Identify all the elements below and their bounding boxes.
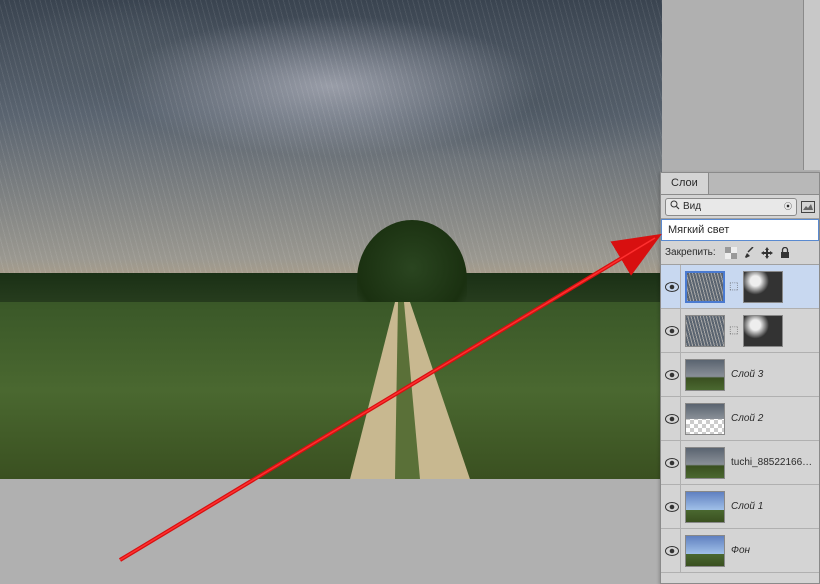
filter-picture-icon[interactable] (801, 200, 815, 214)
rain-overlay (0, 0, 662, 278)
dropdown-arrows-icon: ⦿ (784, 201, 792, 212)
road (0, 302, 662, 479)
layer-row[interactable]: Слой 3 (661, 353, 819, 397)
lock-all-icon[interactable] (778, 246, 792, 260)
layer-thumbnail[interactable] (685, 315, 725, 347)
visibility-eye-icon[interactable] (665, 326, 679, 336)
layer-name[interactable]: Слой 3 (729, 369, 763, 380)
layer-thumbnail[interactable] (685, 359, 725, 391)
layer-thumbnail[interactable] (685, 271, 725, 303)
lock-transparency-icon[interactable] (724, 246, 738, 260)
layer-name[interactable]: tuchi_88522166… (729, 457, 812, 468)
canvas-scrollbar-area (803, 0, 820, 170)
layer-row[interactable]: ⬚ (661, 265, 819, 309)
search-icon (670, 200, 680, 213)
lock-row: Закрепить: (661, 241, 819, 265)
layer-filter-select[interactable]: Вид ⦿ (665, 198, 797, 216)
visibility-eye-icon[interactable] (665, 458, 679, 468)
layer-row[interactable]: Слой 2 (661, 397, 819, 441)
blend-mode-select[interactable]: Мягкий свет (661, 219, 819, 241)
visibility-eye-icon[interactable] (665, 282, 679, 292)
layer-thumbnail[interactable] (685, 491, 725, 523)
layers-list: ⬚ ⬚ Слой 3 Слой 2 tuchi_88522166… (661, 265, 819, 583)
layer-row[interactable]: Фон (661, 529, 819, 573)
link-icon[interactable]: ⬚ (729, 325, 739, 336)
layer-thumbnail[interactable] (685, 403, 725, 435)
lock-label: Закрепить: (665, 247, 716, 258)
layer-name[interactable]: Слой 2 (729, 413, 763, 424)
link-icon[interactable]: ⬚ (729, 281, 739, 292)
layer-mask-thumbnail[interactable] (743, 315, 783, 347)
tab-layers[interactable]: Слои (661, 173, 709, 194)
layer-row[interactable]: ⬚ (661, 309, 819, 353)
layer-name[interactable]: Слой 1 (729, 501, 763, 512)
layers-panel: Слои Вид ⦿ Мягкий свет Закрепить: (660, 172, 820, 584)
layer-mask-thumbnail[interactable] (743, 271, 783, 303)
visibility-eye-icon[interactable] (665, 370, 679, 380)
layer-thumbnail[interactable] (685, 535, 725, 567)
visibility-eye-icon[interactable] (665, 414, 679, 424)
panel-tabs: Слои (661, 173, 819, 195)
layer-filter-row: Вид ⦿ (661, 195, 819, 219)
canvas-image[interactable] (0, 0, 662, 479)
lock-brush-icon[interactable] (742, 246, 756, 260)
lock-move-icon[interactable] (760, 246, 774, 260)
visibility-eye-icon[interactable] (665, 546, 679, 556)
layer-thumbnail[interactable] (685, 447, 725, 479)
layer-name[interactable]: Фон (729, 545, 750, 556)
filter-label: Вид (683, 201, 701, 212)
blend-mode-label: Мягкий свет (668, 224, 729, 236)
visibility-eye-icon[interactable] (665, 502, 679, 512)
workspace-background (0, 479, 660, 584)
layer-row[interactable]: tuchi_88522166… (661, 441, 819, 485)
layer-row[interactable]: Слой 1 (661, 485, 819, 529)
